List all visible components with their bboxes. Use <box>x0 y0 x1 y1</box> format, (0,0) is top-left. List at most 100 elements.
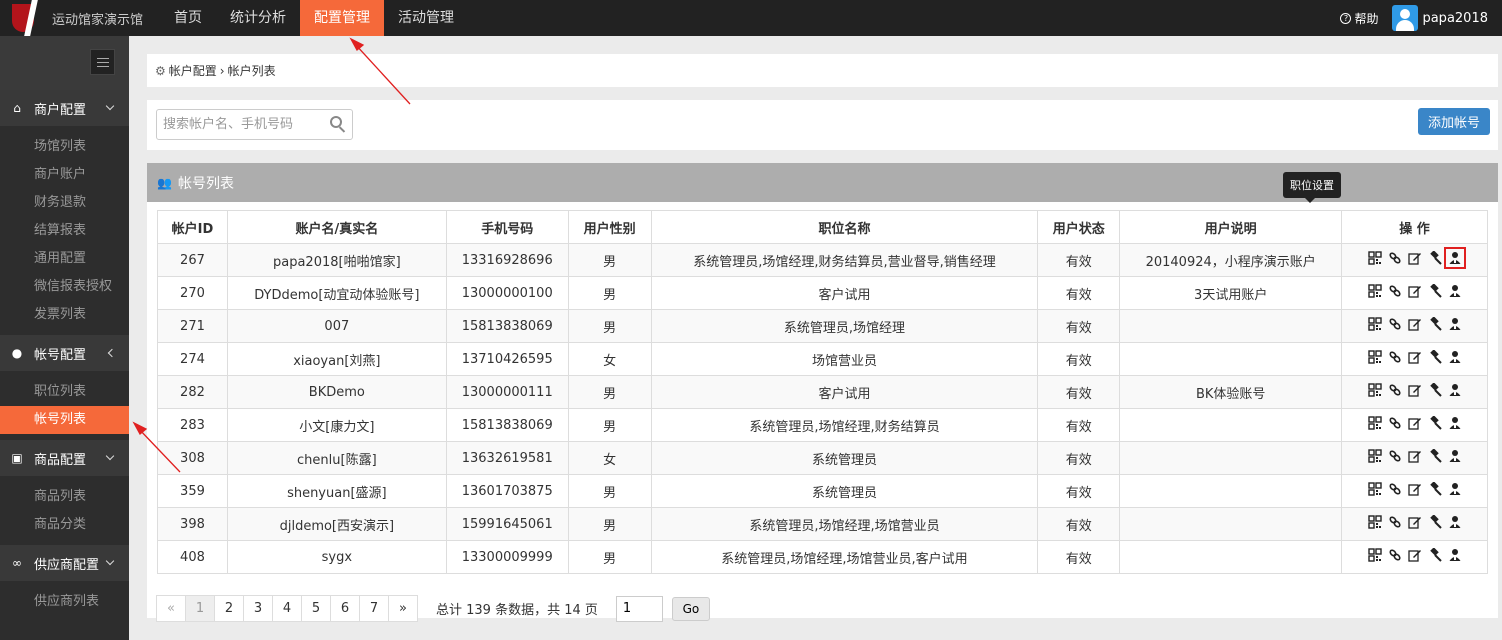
sidebar-group-account[interactable]: ● 帐号配置 <box>0 335 129 371</box>
sidebar-item-position-list[interactable]: 职位列表 <box>0 378 129 406</box>
position-setting-icon[interactable] <box>1448 317 1462 331</box>
qrcode-icon[interactable] <box>1367 383 1382 397</box>
gavel-icon[interactable] <box>1428 349 1442 364</box>
add-account-button[interactable]: 添加帐号 <box>1418 108 1490 135</box>
sidebar-item-merchant-account[interactable]: 商户账户 <box>0 161 129 189</box>
qrcode-icon[interactable] <box>1367 284 1382 298</box>
cell-phone: 13632619581 <box>445 441 569 475</box>
edit-icon[interactable] <box>1407 317 1422 331</box>
position-setting-icon[interactable] <box>1448 416 1462 430</box>
gavel-icon[interactable] <box>1428 316 1442 331</box>
sidebar-list-account: 职位列表 帐号列表 <box>0 371 129 440</box>
search-toolbar: 添加帐号 <box>147 100 1498 150</box>
gavel-icon[interactable] <box>1428 547 1442 562</box>
cell-name: DYDdemo[动宜动体验账号] <box>226 276 447 310</box>
gavel-icon[interactable] <box>1428 514 1442 529</box>
nav-item-home[interactable]: 首页 <box>160 0 216 36</box>
sidebar-group-merchant[interactable]: ⌂ 商户配置 <box>0 90 129 126</box>
help-link[interactable]: ? 帮助 <box>1340 10 1378 27</box>
breadcrumb-part1[interactable]: 帐户配置 <box>169 62 217 79</box>
qrcode-icon[interactable] <box>1367 251 1382 265</box>
sidebar-item-settlement[interactable]: 结算报表 <box>0 217 129 245</box>
sidebar-item-refund[interactable]: 财务退款 <box>0 189 129 217</box>
sidebar-item-wechat-auth[interactable]: 微信报表授权 <box>0 273 129 301</box>
sidebar-item-product-category[interactable]: 商品分类 <box>0 511 129 539</box>
page-jump-input[interactable] <box>615 595 663 622</box>
link-icon[interactable] <box>1388 284 1402 298</box>
sidebar-group-product[interactable]: ▣ 商品配置 <box>0 440 129 476</box>
position-setting-icon[interactable] <box>1448 482 1462 496</box>
position-setting-icon[interactable] <box>1448 350 1462 364</box>
nav-item-statistics[interactable]: 统计分析 <box>216 0 300 36</box>
link-icon[interactable] <box>1388 350 1402 364</box>
link-icon[interactable] <box>1388 383 1402 397</box>
sidebar-item-account-list[interactable]: 帐号列表 <box>0 406 129 434</box>
cell-position: 客户试用 <box>650 276 1039 310</box>
qrcode-icon[interactable] <box>1367 515 1382 529</box>
pagination-page-6[interactable]: 6 <box>330 595 360 622</box>
sidebar-item-product-list[interactable]: 商品列表 <box>0 483 129 511</box>
qrcode-icon[interactable] <box>1367 317 1382 331</box>
edit-icon[interactable] <box>1407 548 1422 562</box>
edit-icon[interactable] <box>1407 251 1422 265</box>
sidebar-item-invoice[interactable]: 发票列表 <box>0 301 129 329</box>
avatar[interactable] <box>1392 5 1419 31</box>
pagination-page-1[interactable]: 1 <box>185 595 215 622</box>
search-icon[interactable] <box>330 116 346 133</box>
pagination-page-2[interactable]: 2 <box>214 595 244 622</box>
link-icon[interactable] <box>1388 482 1402 496</box>
pagination-page-4[interactable]: 4 <box>272 595 302 622</box>
link-icon[interactable] <box>1388 317 1402 331</box>
cell-note <box>1119 309 1343 343</box>
position-setting-icon[interactable] <box>1448 449 1462 463</box>
pagination-next[interactable]: » <box>388 595 418 622</box>
qrcode-icon[interactable] <box>1367 548 1382 562</box>
edit-icon[interactable] <box>1407 515 1422 529</box>
gavel-icon[interactable] <box>1428 481 1442 496</box>
cell-id: 359 <box>157 474 228 508</box>
sidebar-toggle-button[interactable] <box>90 49 115 75</box>
sidebar-item-venue-list[interactable]: 场馆列表 <box>0 133 129 161</box>
position-setting-icon[interactable] <box>1448 284 1462 298</box>
username[interactable]: papa2018 <box>1422 11 1488 26</box>
sidebar-group-supplier[interactable]: ∞ 供应商配置 <box>0 545 129 581</box>
go-button[interactable]: Go <box>671 596 710 621</box>
table-row: 398 djldemo[西安演示] 15991645061 男系统管理员,场馆经理,场… <box>157 507 1488 541</box>
pagination-page-7[interactable]: 7 <box>359 595 389 622</box>
position-setting-icon[interactable] <box>1448 515 1462 529</box>
qrcode-icon[interactable] <box>1367 449 1382 463</box>
link-icon[interactable] <box>1388 416 1402 430</box>
edit-icon[interactable] <box>1407 449 1422 463</box>
gavel-icon[interactable] <box>1428 283 1442 298</box>
pagination-page-5[interactable]: 5 <box>301 595 331 622</box>
qrcode-icon[interactable] <box>1367 350 1382 364</box>
link-icon[interactable] <box>1388 449 1402 463</box>
gavel-icon[interactable] <box>1428 415 1442 430</box>
edit-icon[interactable] <box>1407 482 1422 496</box>
cell-gender: 男 <box>567 474 652 508</box>
link-icon[interactable] <box>1388 548 1402 562</box>
sidebar-item-general-config[interactable]: 通用配置 <box>0 245 129 273</box>
brand[interactable]: 运动馆家演示馆 <box>0 0 150 36</box>
gavel-icon[interactable] <box>1428 382 1442 397</box>
edit-icon[interactable] <box>1407 350 1422 364</box>
link-icon[interactable] <box>1388 251 1402 265</box>
qrcode-icon[interactable] <box>1367 416 1382 430</box>
position-setting-icon[interactable] <box>1448 548 1462 562</box>
qrcode-icon[interactable] <box>1367 482 1382 496</box>
pagination-page-3[interactable]: 3 <box>243 595 273 622</box>
edit-icon[interactable] <box>1407 383 1422 397</box>
link-icon[interactable] <box>1388 515 1402 529</box>
gavel-icon[interactable] <box>1428 448 1442 463</box>
nav-item-activities[interactable]: 活动管理 <box>384 0 468 36</box>
position-setting-icon[interactable] <box>1448 383 1462 397</box>
gavel-icon[interactable] <box>1428 250 1442 265</box>
edit-icon[interactable] <box>1407 284 1422 298</box>
position-setting-icon[interactable] <box>1443 247 1466 269</box>
search-input[interactable] <box>157 110 317 139</box>
table-body: 267 papa2018[啪啪馆家] 13316928696 男系统管理员,场馆经理,… <box>157 243 1488 574</box>
sidebar-item-supplier-list[interactable]: 供应商列表 <box>0 588 129 616</box>
pagination-prev[interactable]: « <box>156 595 186 622</box>
nav-item-config[interactable]: 配置管理 <box>300 0 384 36</box>
edit-icon[interactable] <box>1407 416 1422 430</box>
